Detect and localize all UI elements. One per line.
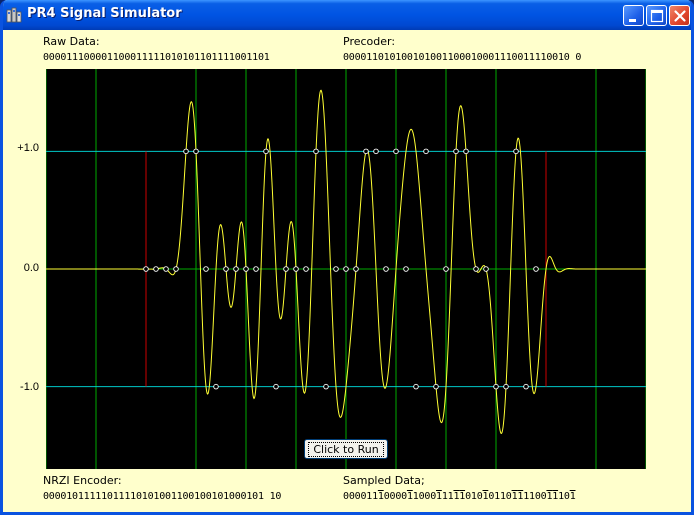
maximize-button[interactable] [646,5,667,26]
sample-point [423,148,429,155]
sample-point [343,266,349,272]
sample-point [253,266,259,272]
precoder-label: Precoder: [343,35,396,48]
simulator-window: PR4 Signal Simulator Raw Data: 000011100… [0,0,694,515]
app-icon [6,7,22,23]
sample-point [213,383,219,390]
nrzi-value: 00001011111011110101001100100101000101 1… [43,491,282,502]
close-button[interactable] [669,5,690,26]
sample-point [463,148,469,155]
sample-point [503,383,509,390]
sample-point [413,383,419,390]
sample-point [363,148,369,155]
sample-point [393,148,399,155]
sample-point [283,266,289,272]
raw-data-value: 000011100001100011111010101101111001101 [43,52,270,63]
signal-plot [46,69,646,469]
y-tick-label: +1.0 [17,142,39,154]
sample-point [333,266,339,272]
title-bar[interactable]: PR4 Signal Simulator [3,0,691,30]
sample-point [203,266,209,272]
sample-point [483,266,489,272]
sample-point [273,383,279,390]
run-button[interactable]: Click to Run [304,439,388,459]
sample-point [183,148,189,155]
raw-data-label: Raw Data: [43,35,100,48]
sample-point [163,266,169,272]
nrzi-label: NRZI Encoder: [43,474,122,487]
sample-point [443,266,449,272]
sampled-label: Sampled Data; [343,474,425,487]
sample-point [513,148,519,155]
sample-point [523,383,529,390]
signal-plot-svg [46,69,646,469]
sample-point [243,266,249,272]
sampled-value: 0000111000011000111110101011011110011101 [343,491,576,502]
sample-point [403,266,409,272]
sample-point [143,266,149,272]
sample-point [233,266,239,272]
y-tick-label: -1.0 [20,381,39,393]
sample-point [373,148,379,155]
minimize-button[interactable] [623,5,644,26]
precoder-value: 000011010100101001100010001110011110010 … [343,52,582,63]
sample-point [193,148,199,155]
sample-point [263,148,269,155]
sample-point [313,148,319,155]
sample-point [453,148,459,155]
close-icon [674,10,686,22]
sample-point [493,383,499,390]
sample-point [383,266,389,272]
sample-point [323,383,329,390]
sample-point [433,383,439,390]
sample-point [293,266,299,272]
sample-point [173,266,179,272]
sample-point [223,266,229,272]
sample-point [303,266,309,272]
sample-point [353,266,359,272]
sample-point [533,266,539,272]
run-button-label: Click to Run [308,441,384,457]
sample-point [473,266,479,272]
minimize-icon [629,19,636,22]
maximize-icon [650,9,664,23]
y-tick-label: 0.0 [23,262,39,274]
sample-point [153,266,159,272]
window-title: PR4 Signal Simulator [27,6,182,21]
